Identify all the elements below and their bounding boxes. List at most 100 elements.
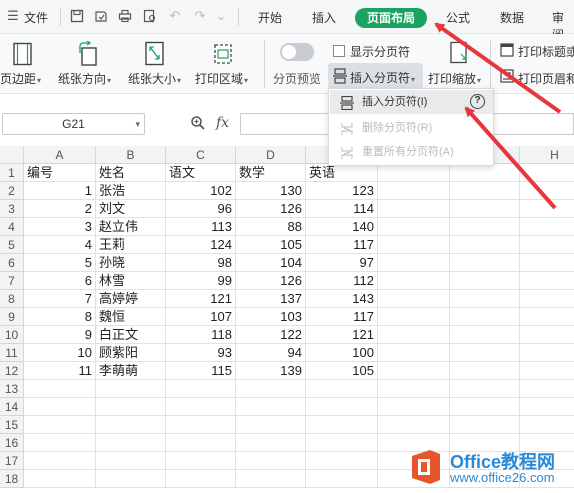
export-icon[interactable] bbox=[94, 9, 108, 23]
margins-button[interactable]: 页边距▾ bbox=[0, 70, 41, 87]
print-scaling-icon[interactable] bbox=[448, 41, 470, 68]
margins-icon[interactable] bbox=[12, 42, 34, 69]
table-cell[interactable]: 126 bbox=[236, 200, 306, 218]
page-break-preview-toggle[interactable] bbox=[280, 43, 314, 61]
table-cell[interactable] bbox=[24, 380, 96, 398]
table-cell[interactable] bbox=[520, 254, 574, 272]
orientation-button[interactable]: 纸张方向▾ bbox=[58, 70, 111, 87]
table-cell[interactable] bbox=[166, 452, 236, 470]
table-cell[interactable]: 113 bbox=[166, 218, 236, 236]
column-header-h[interactable]: H bbox=[520, 146, 574, 164]
table-cell[interactable] bbox=[520, 164, 574, 182]
tab-formulas[interactable]: 公式 bbox=[446, 9, 470, 26]
table-cell[interactable] bbox=[96, 416, 166, 434]
table-cell[interactable] bbox=[306, 434, 378, 452]
column-header-c[interactable]: C bbox=[166, 146, 236, 164]
tab-data[interactable]: 数据 bbox=[500, 9, 524, 26]
table-cell[interactable]: 114 bbox=[306, 200, 378, 218]
table-cell[interactable] bbox=[450, 200, 520, 218]
table-cell[interactable]: 赵立伟 bbox=[96, 218, 166, 236]
row-header[interactable]: 13 bbox=[0, 380, 24, 398]
table-cell[interactable]: 99 bbox=[166, 272, 236, 290]
table-cell[interactable] bbox=[520, 326, 574, 344]
table-cell[interactable] bbox=[520, 290, 574, 308]
table-cell[interactable]: 2 bbox=[24, 200, 96, 218]
print-preview-icon[interactable] bbox=[143, 9, 157, 23]
table-cell[interactable] bbox=[96, 380, 166, 398]
table-cell[interactable]: 98 bbox=[166, 254, 236, 272]
table-cell[interactable] bbox=[24, 452, 96, 470]
table-cell[interactable]: 林雪 bbox=[96, 272, 166, 290]
table-cell[interactable] bbox=[450, 308, 520, 326]
table-cell[interactable] bbox=[378, 416, 450, 434]
table-cell[interactable]: 121 bbox=[166, 290, 236, 308]
table-cell[interactable]: 124 bbox=[166, 236, 236, 254]
row-header[interactable]: 6 bbox=[0, 254, 24, 272]
save-icon[interactable] bbox=[70, 9, 84, 23]
table-cell[interactable] bbox=[520, 182, 574, 200]
table-cell[interactable] bbox=[236, 470, 306, 488]
print-area-icon[interactable] bbox=[212, 41, 234, 70]
hamburger-menu-icon[interactable]: ☰ bbox=[6, 9, 20, 23]
row-header[interactable]: 4 bbox=[0, 218, 24, 236]
table-cell[interactable] bbox=[520, 380, 574, 398]
column-header-b[interactable]: B bbox=[96, 146, 166, 164]
table-cell[interactable] bbox=[24, 470, 96, 488]
table-cell[interactable]: 100 bbox=[306, 344, 378, 362]
table-cell[interactable]: 王莉 bbox=[96, 236, 166, 254]
table-cell[interactable] bbox=[378, 200, 450, 218]
table-cell[interactable] bbox=[96, 398, 166, 416]
row-header[interactable]: 17 bbox=[0, 452, 24, 470]
table-cell[interactable] bbox=[450, 236, 520, 254]
table-cell[interactable] bbox=[450, 380, 520, 398]
table-cell[interactable] bbox=[450, 398, 520, 416]
table-cell[interactable] bbox=[236, 380, 306, 398]
print-scaling-button[interactable]: 打印缩放▾ bbox=[428, 70, 481, 87]
redo-icon[interactable]: ↷ bbox=[193, 9, 207, 23]
print-titles-icon[interactable] bbox=[500, 43, 514, 60]
table-cell[interactable] bbox=[306, 398, 378, 416]
table-cell[interactable]: 7 bbox=[24, 290, 96, 308]
table-cell[interactable]: 高婷婷 bbox=[96, 290, 166, 308]
table-cell[interactable] bbox=[306, 470, 378, 488]
table-cell[interactable] bbox=[520, 272, 574, 290]
row-header[interactable]: 7 bbox=[0, 272, 24, 290]
print-titles-button[interactable]: 打印标题或 bbox=[518, 43, 574, 60]
table-cell[interactable]: 11 bbox=[24, 362, 96, 380]
table-cell[interactable]: 121 bbox=[306, 326, 378, 344]
table-cell[interactable] bbox=[378, 254, 450, 272]
table-cell[interactable]: 103 bbox=[236, 308, 306, 326]
row-header[interactable]: 15 bbox=[0, 416, 24, 434]
tab-start[interactable]: 开始 bbox=[258, 9, 282, 26]
table-cell[interactable]: 107 bbox=[166, 308, 236, 326]
table-cell[interactable] bbox=[24, 434, 96, 452]
row-header[interactable]: 10 bbox=[0, 326, 24, 344]
table-cell[interactable] bbox=[378, 344, 450, 362]
table-cell[interactable]: 104 bbox=[236, 254, 306, 272]
table-cell[interactable] bbox=[520, 416, 574, 434]
column-header-a[interactable]: A bbox=[24, 146, 96, 164]
row-header[interactable]: 9 bbox=[0, 308, 24, 326]
row-header[interactable]: 1 bbox=[0, 164, 24, 182]
column-title-cell[interactable]: 姓名 bbox=[96, 164, 166, 182]
table-cell[interactable]: 137 bbox=[236, 290, 306, 308]
table-cell[interactable]: 140 bbox=[306, 218, 378, 236]
zoom-icon[interactable] bbox=[190, 115, 206, 134]
table-cell[interactable] bbox=[378, 326, 450, 344]
table-cell[interactable] bbox=[236, 398, 306, 416]
row-header[interactable]: 11 bbox=[0, 344, 24, 362]
orientation-icon[interactable] bbox=[76, 40, 102, 70]
column-title-cell[interactable]: 语文 bbox=[166, 164, 236, 182]
file-menu[interactable]: 文件 bbox=[24, 9, 48, 26]
table-cell[interactable]: 3 bbox=[24, 218, 96, 236]
row-header[interactable]: 16 bbox=[0, 434, 24, 452]
table-cell[interactable] bbox=[236, 416, 306, 434]
table-cell[interactable] bbox=[96, 434, 166, 452]
table-cell[interactable] bbox=[306, 452, 378, 470]
table-cell[interactable] bbox=[378, 272, 450, 290]
table-cell[interactable] bbox=[378, 290, 450, 308]
table-cell[interactable]: 1 bbox=[24, 182, 96, 200]
table-cell[interactable]: 6 bbox=[24, 272, 96, 290]
table-cell[interactable] bbox=[378, 308, 450, 326]
table-cell[interactable]: 115 bbox=[166, 362, 236, 380]
